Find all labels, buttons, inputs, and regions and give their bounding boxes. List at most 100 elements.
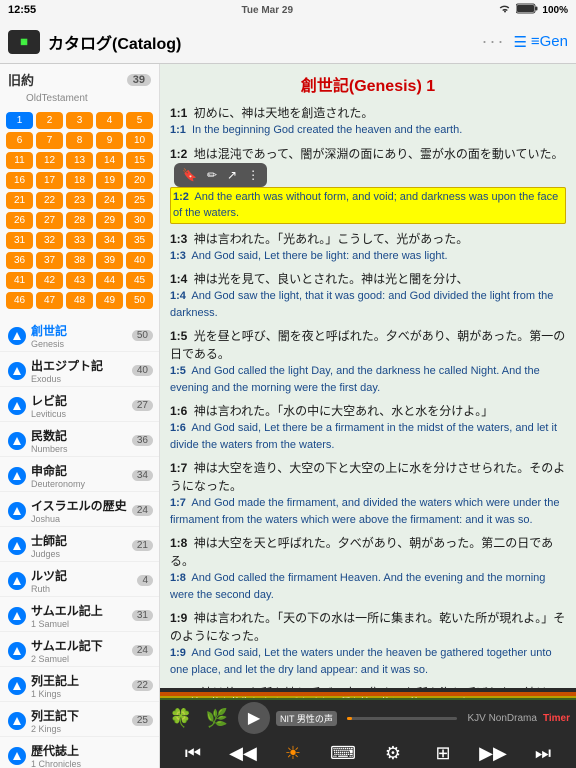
chapter-btn-36[interactable]: 36 (6, 252, 33, 269)
book-item-2samuel[interactable]: サムエル記下 2 Samuel 24 (0, 632, 159, 667)
fast-forward-icon[interactable]: ▶▶ (478, 738, 508, 768)
timer-label[interactable]: Timer (543, 713, 570, 724)
chapter-btn-24[interactable]: 24 (96, 192, 123, 209)
chapter-btn-37[interactable]: 37 (36, 252, 63, 269)
book-sub: Exodus (31, 374, 132, 384)
chapter-btn-8[interactable]: 8 (66, 132, 93, 149)
chapter-btn-10[interactable]: 10 (126, 132, 153, 149)
book-count: 34 (132, 470, 153, 481)
book-sub: Ruth (31, 584, 137, 594)
chapter-btn-21[interactable]: 21 (6, 192, 33, 209)
verse-1-8: 1:8 神は大空を天と呼ばれた。夕べがあり、朝があった。第二の日である。 1:8… (170, 534, 566, 603)
chapter-btn-50[interactable]: 50 (126, 292, 153, 309)
chapter-btn-42[interactable]: 42 (36, 272, 63, 289)
chapter-btn-20[interactable]: 20 (126, 172, 153, 189)
chapter-btn-5[interactable]: 5 (126, 112, 153, 129)
rewind-icon[interactable]: ◀◀ (228, 738, 258, 768)
leaf1-icon[interactable]: 🍀 (166, 703, 196, 733)
chapter-btn-23[interactable]: 23 (66, 192, 93, 209)
dots-menu[interactable]: ··· (481, 31, 505, 52)
book-item-exodus[interactable]: 出エジプト記 Exodus 40 (0, 352, 159, 387)
bookmark-btn[interactable]: 🔖 (178, 165, 201, 185)
book-icon-2samuel (8, 642, 26, 660)
book-item-deuteronomy[interactable]: 申命記 Deuteronomy 34 (0, 457, 159, 492)
chapter-btn-12[interactable]: 12 (36, 152, 63, 169)
progress-bar[interactable] (347, 717, 458, 720)
play-button[interactable]: ▶ (238, 702, 270, 734)
book-item-ruth[interactable]: ルツ記 Ruth 4 (0, 562, 159, 597)
chapter-btn-32[interactable]: 32 (36, 232, 63, 249)
book-item-genesis[interactable]: 創世記 Genesis 50 (0, 317, 159, 352)
chapter-btn-45[interactable]: 45 (126, 272, 153, 289)
chapter-btn-31[interactable]: 31 (6, 232, 33, 249)
chapter-btn-28[interactable]: 28 (66, 212, 93, 229)
book-sub: Joshua (31, 514, 132, 524)
chapter-btn-47[interactable]: 47 (36, 292, 63, 309)
book-name: 創世記 (31, 322, 132, 339)
leaf2-icon[interactable]: 🌿 (202, 703, 232, 733)
book-icon-1chronicles (8, 747, 26, 765)
chapter-btn-9[interactable]: 9 (96, 132, 123, 149)
chapter-btn-39[interactable]: 39 (96, 252, 123, 269)
end-icon[interactable]: ⏭ (528, 738, 558, 768)
book-item-judges[interactable]: 士師記 Judges 21 (0, 527, 159, 562)
book-count: 31 (132, 610, 153, 621)
chapter-btn-44[interactable]: 44 (96, 272, 123, 289)
chapter-btn-4[interactable]: 4 (96, 112, 123, 129)
chapter-btn-11[interactable]: 11 (6, 152, 33, 169)
chapter-btn-18[interactable]: 18 (66, 172, 93, 189)
book-name: ルツ記 (31, 567, 137, 584)
chapter-btn-41[interactable]: 41 (6, 272, 33, 289)
keyboard-icon[interactable]: ⌨ (328, 738, 358, 768)
book-item-1kings[interactable]: 列王記上 1 Kings 22 (0, 667, 159, 702)
chapter-btn-19[interactable]: 19 (96, 172, 123, 189)
chapter-btn-33[interactable]: 33 (66, 232, 93, 249)
chapter-btn-7[interactable]: 7 (36, 132, 63, 149)
chapter-btn-22[interactable]: 22 (36, 192, 63, 209)
grid-icon[interactable]: ⊞ (428, 738, 458, 768)
book-item-1chronicles[interactable]: 歴代誌上 1 Chronicles (0, 737, 159, 768)
book-item-1samuel[interactable]: サムエル記上 1 Samuel 31 (0, 597, 159, 632)
chapter-btn-17[interactable]: 17 (36, 172, 63, 189)
book-sub: 1 Chronicles (31, 759, 153, 768)
chapter-btn-25[interactable]: 25 (126, 192, 153, 209)
chapter-btn-43[interactable]: 43 (66, 272, 93, 289)
chapter-btn-6[interactable]: 6 (6, 132, 33, 149)
chapter-btn-13[interactable]: 13 (66, 152, 93, 169)
chapter-btn-27[interactable]: 27 (36, 212, 63, 229)
chapter-btn-46[interactable]: 46 (6, 292, 33, 309)
chapter-btn-16[interactable]: 16 (6, 172, 33, 189)
back-icon[interactable]: ⏮ (178, 738, 208, 768)
battery-pct: 100% (542, 5, 568, 16)
book-item-2kings[interactable]: 列王記下 2 Kings 25 (0, 702, 159, 737)
book-item-numbers[interactable]: 民数記 Numbers 36 (0, 422, 159, 457)
book-sub: 1 Kings (31, 689, 132, 699)
chapter-btn-14[interactable]: 14 (96, 152, 123, 169)
chapter-btn-2[interactable]: 2 (36, 112, 63, 129)
chapter-btn-3[interactable]: 3 (66, 112, 93, 129)
chapter-btn-30[interactable]: 30 (126, 212, 153, 229)
book-item-leviticus[interactable]: レビ記 Leviticus 27 (0, 387, 159, 422)
chapter-btn-40[interactable]: 40 (126, 252, 153, 269)
chapter-btn-26[interactable]: 26 (6, 212, 33, 229)
app-title: カタログ(Catalog) (48, 30, 473, 54)
share-btn[interactable]: ↗ (223, 165, 241, 185)
settings-icon[interactable]: ⚙ (378, 738, 408, 768)
more-btn[interactable]: ⋮ (243, 165, 263, 185)
chapter-btn-29[interactable]: 29 (96, 212, 123, 229)
book-item-joshua[interactable]: イスラエルの歴史 Joshua 24 (0, 492, 159, 527)
chapter-btn-35[interactable]: 35 (126, 232, 153, 249)
edit-btn[interactable]: ✏ (203, 165, 221, 185)
content-scroll[interactable]: 創世記(Genesis) 1 1:1 初めに、神は天地を創造された。 1:1 I… (160, 64, 576, 688)
chapter-btn-38[interactable]: 38 (66, 252, 93, 269)
book-name: 列王記下 (31, 707, 132, 724)
verse-toolbar[interactable]: 🔖 ✏ ↗ ⋮ (174, 163, 267, 187)
chapter-btn-15[interactable]: 15 (126, 152, 153, 169)
gen-button[interactable]: ☰ ≡Gen (513, 33, 568, 51)
chapter-btn-49[interactable]: 49 (96, 292, 123, 309)
chapter-btn-34[interactable]: 34 (96, 232, 123, 249)
sun-icon[interactable]: ☀ (278, 738, 308, 768)
chapter-btn-1[interactable]: 1 (6, 112, 33, 129)
main-layout: 旧約 39 OldTestament 1 2 3 4 5 6 7 8 9 10 … (0, 64, 576, 768)
chapter-btn-48[interactable]: 48 (66, 292, 93, 309)
